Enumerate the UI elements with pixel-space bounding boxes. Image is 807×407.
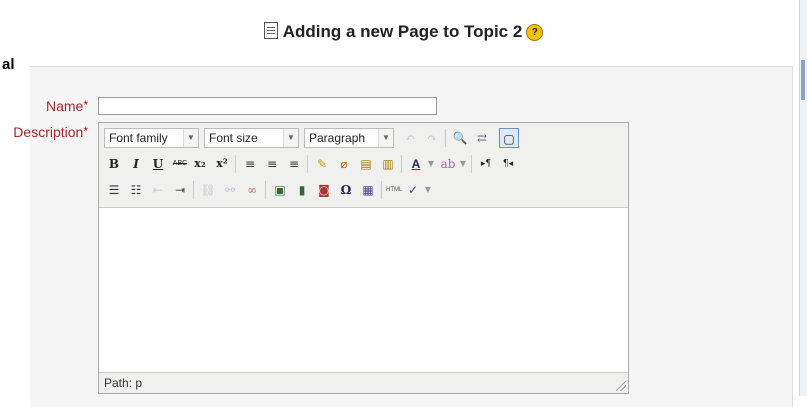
- toolbar-separator: [235, 155, 236, 173]
- fullscreen-icon[interactable]: ▢: [499, 128, 519, 148]
- replace-icon[interactable]: ⇄: [472, 128, 492, 148]
- toolbar-separator: [265, 181, 266, 199]
- highlight-color-icon[interactable]: ab: [438, 154, 458, 174]
- page-icon: [263, 22, 278, 39]
- required-mark: *: [83, 124, 88, 138]
- html-source-icon[interactable]: HTML: [386, 180, 402, 200]
- name-input[interactable]: [98, 97, 437, 115]
- chevron-down-icon: ▼: [378, 129, 393, 147]
- toolbar-separator: [307, 155, 308, 173]
- redo-icon[interactable]: ↷: [422, 128, 442, 148]
- strikethrough-icon[interactable]: ABC: [170, 154, 190, 174]
- indent-icon[interactable]: ⇥: [170, 180, 190, 200]
- chevron-down-icon: ▼: [183, 129, 198, 147]
- rtl-icon[interactable]: ¶◂: [498, 154, 518, 174]
- remove-format-icon[interactable]: ⌀: [334, 154, 354, 174]
- resize-handle-icon[interactable]: [616, 381, 626, 391]
- toolbar-separator: [193, 181, 194, 199]
- cleanup-icon[interactable]: ✎: [312, 154, 332, 174]
- find-icon[interactable]: 🔍: [450, 128, 470, 148]
- toolbar-separator: [381, 181, 382, 199]
- ltr-icon[interactable]: ▸¶: [476, 154, 496, 174]
- align-left-icon[interactable]: ≡: [240, 154, 260, 174]
- toolbar-separator: [401, 155, 402, 173]
- right-scrollbar[interactable]: [799, 0, 807, 396]
- spellcheck-icon[interactable]: ✓: [403, 180, 423, 200]
- chevron-down-icon: ▼: [283, 129, 298, 147]
- font-size-select[interactable]: Font size ▼: [204, 128, 299, 148]
- align-center-icon[interactable]: ≡: [262, 154, 282, 174]
- chevron-down-icon[interactable]: ▼: [458, 154, 468, 174]
- page-title-text: Adding a new Page to Topic 2: [282, 22, 523, 41]
- anchor-icon[interactable]: ∞: [242, 180, 262, 200]
- name-label: Name*: [45, 98, 88, 114]
- rich-text-editor: Font family ▼ Font size ▼ Paragraph ▼ ↶ ↷ 🔍…: [98, 122, 629, 394]
- scrollbar-thumb[interactable]: [801, 60, 805, 100]
- text-color-icon[interactable]: A: [406, 154, 426, 174]
- moodle-media-icon[interactable]: ◙: [314, 180, 334, 200]
- outdent-icon[interactable]: ⇤: [148, 180, 168, 200]
- chevron-down-icon[interactable]: ▼: [426, 154, 436, 174]
- image-icon[interactable]: ▣: [270, 180, 290, 200]
- special-character-icon[interactable]: Ω: [336, 180, 356, 200]
- bullet-list-icon[interactable]: ☰: [104, 180, 124, 200]
- subscript-icon[interactable]: x₂: [190, 154, 210, 174]
- font-family-select[interactable]: Font family ▼: [104, 128, 199, 148]
- unlink-icon[interactable]: ⚯: [220, 180, 240, 200]
- help-icon[interactable]: ?: [526, 24, 544, 42]
- paste-text-icon[interactable]: ▤: [356, 154, 376, 174]
- toolbar-separator: [471, 155, 472, 173]
- paste-word-icon[interactable]: ▥: [378, 154, 398, 174]
- chevron-down-icon[interactable]: ▼: [423, 180, 433, 200]
- editor-content-area[interactable]: [99, 207, 628, 373]
- italic-icon[interactable]: I: [126, 154, 146, 174]
- section-legend: al: [2, 56, 15, 73]
- editor-path: Path: p: [104, 376, 143, 390]
- toolbar-separator: [445, 129, 446, 147]
- align-right-icon[interactable]: ≡: [284, 154, 304, 174]
- media-icon[interactable]: ▮: [292, 180, 312, 200]
- format-select[interactable]: Paragraph ▼: [304, 128, 394, 148]
- table-icon[interactable]: ▦: [358, 180, 378, 200]
- page-title: Adding a new Page to Topic 2?: [0, 22, 807, 42]
- required-mark: *: [83, 98, 88, 112]
- link-icon[interactable]: ⛓: [198, 180, 218, 200]
- bold-icon[interactable]: B: [104, 154, 124, 174]
- superscript-icon[interactable]: x²: [212, 154, 232, 174]
- undo-icon[interactable]: ↶: [400, 128, 420, 148]
- description-label: Description*: [13, 124, 88, 140]
- underline-icon[interactable]: U: [148, 154, 168, 174]
- numbered-list-icon[interactable]: ☷: [126, 180, 146, 200]
